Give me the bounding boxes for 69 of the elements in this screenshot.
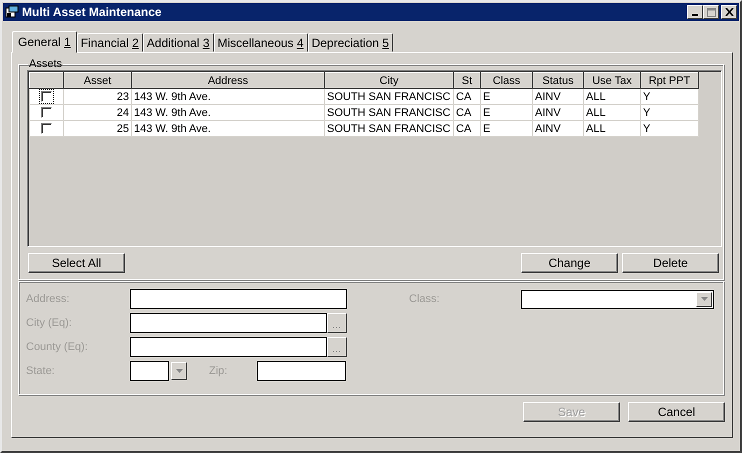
- column-header[interactable]: Asset: [64, 72, 132, 88]
- input-field[interactable]: [130, 313, 327, 333]
- input-field[interactable]: [257, 361, 346, 381]
- tab[interactable]: Additional 3: [142, 33, 214, 52]
- table-cell: 143 W. 9th Ave.: [132, 104, 324, 120]
- table-cell: 24: [64, 104, 132, 120]
- caret-icon: [176, 369, 182, 373]
- table-cell: E: [480, 104, 532, 120]
- table-cell: SOUTH SAN FRANCISC: [324, 104, 454, 120]
- field-label: Class:: [409, 293, 441, 305]
- cancel-button[interactable]: Cancel: [628, 402, 725, 422]
- row-checkbox[interactable]: [41, 123, 52, 134]
- table-cell: AINV: [532, 120, 584, 136]
- field-label: County (Eq):: [26, 341, 89, 353]
- close-icon: [724, 8, 734, 16]
- column-header[interactable]: St: [454, 72, 480, 88]
- table-cell: Y: [640, 104, 698, 120]
- table-cell: SOUTH SAN FRANCISC: [324, 88, 454, 104]
- column-header[interactable]: Address: [132, 72, 324, 88]
- table-cell: CA: [454, 104, 480, 120]
- row-checkbox[interactable]: [41, 91, 52, 102]
- app-icon: [5, 5, 19, 19]
- input-field[interactable]: [130, 337, 327, 357]
- column-header[interactable]: City: [324, 72, 454, 88]
- table-cell: Y: [640, 120, 698, 136]
- group-title: Assets: [28, 58, 64, 70]
- table-cell: 143 W. 9th Ave.: [132, 120, 324, 136]
- close-button[interactable]: [721, 5, 737, 19]
- table-cell: AINV: [532, 88, 584, 104]
- table-cell: AINV: [532, 104, 584, 120]
- change-button[interactable]: Change: [521, 253, 618, 273]
- column-header[interactable]: Use Tax: [584, 72, 640, 88]
- window-title: Multi Asset Maintenance: [22, 5, 162, 19]
- tab[interactable]: Depreciation 5: [308, 33, 393, 52]
- caret-icon: [700, 297, 708, 301]
- field-label: State:: [26, 365, 56, 377]
- browse-button[interactable]: [327, 313, 347, 333]
- dropdown-field[interactable]: [521, 290, 714, 308]
- column-header[interactable]: Status: [532, 72, 584, 88]
- table-cell: CA: [454, 120, 480, 136]
- delete-button[interactable]: Delete: [622, 253, 719, 273]
- input-field[interactable]: [130, 361, 169, 381]
- browse-button[interactable]: [327, 337, 347, 357]
- dropdown-button[interactable]: [171, 362, 187, 380]
- tab[interactable]: Miscellaneous 4: [214, 33, 308, 52]
- table-cell: ALL: [584, 88, 640, 104]
- table-cell: 23: [64, 88, 132, 104]
- table-cell: ALL: [584, 120, 640, 136]
- table-cell: E: [480, 120, 532, 136]
- field-label: Address:: [26, 293, 70, 305]
- tab[interactable]: General 1: [12, 31, 77, 53]
- minimize-button[interactable]: [687, 5, 703, 19]
- row-checkbox[interactable]: [41, 107, 52, 118]
- field-label: Zip:: [209, 365, 228, 377]
- column-header[interactable]: Class: [480, 72, 532, 88]
- field-label: City (Eq):: [26, 317, 73, 329]
- table-cell: SOUTH SAN FRANCISC: [324, 120, 454, 136]
- table-cell: Y: [640, 88, 698, 104]
- maximize-icon: [706, 8, 716, 16]
- table-cell: E: [480, 88, 532, 104]
- column-header[interactable]: Rpt PPT: [640, 72, 698, 88]
- table-cell: 25: [64, 120, 132, 136]
- maximize-button[interactable]: [703, 5, 719, 19]
- select-all-button[interactable]: Select All: [28, 253, 125, 273]
- tab[interactable]: Financial 2: [76, 33, 143, 52]
- input-field[interactable]: [130, 289, 347, 309]
- table-cell: CA: [454, 88, 480, 104]
- table-cell: ALL: [584, 104, 640, 120]
- table-cell: 143 W. 9th Ave.: [132, 88, 324, 104]
